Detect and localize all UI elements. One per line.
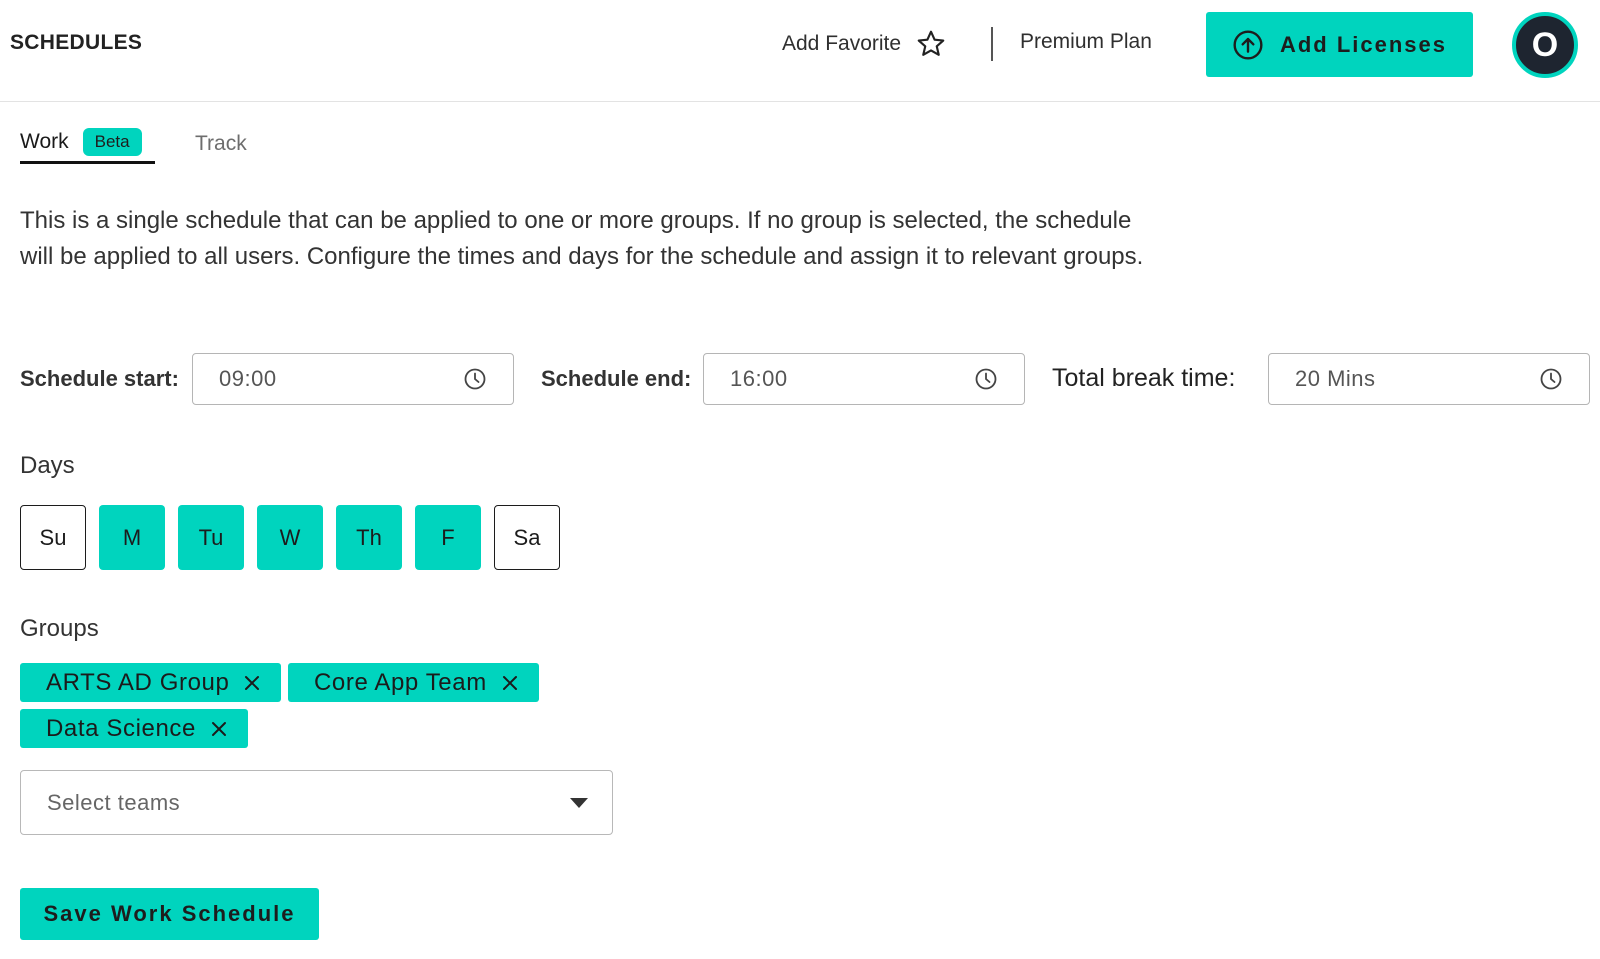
day-th[interactable]: Th bbox=[336, 505, 402, 570]
group-chip-label: ARTS AD Group bbox=[46, 668, 230, 696]
total-break-value: 20 Mins bbox=[1295, 366, 1376, 391]
days-label: Days bbox=[20, 452, 75, 479]
top-header: SCHEDULES Add Favorite Premium Plan Add … bbox=[0, 0, 1600, 102]
star-icon bbox=[917, 30, 945, 56]
group-chip: Core App Team bbox=[288, 663, 539, 702]
clock-icon[interactable] bbox=[463, 367, 487, 391]
schedule-start-input[interactable]: 09:00 bbox=[192, 353, 514, 405]
clock-icon[interactable] bbox=[1539, 367, 1563, 391]
page-title: SCHEDULES bbox=[10, 31, 143, 54]
schedule-end-input[interactable]: 16:00 bbox=[703, 353, 1025, 405]
clock-icon[interactable] bbox=[974, 367, 998, 391]
schedule-description: This is a single schedule that can be ap… bbox=[20, 207, 1144, 270]
close-icon[interactable] bbox=[210, 720, 228, 738]
day-f[interactable]: F bbox=[415, 505, 481, 570]
header-divider bbox=[991, 27, 993, 61]
schedule-end-label: Schedule end: bbox=[541, 366, 692, 391]
beta-badge: Beta bbox=[82, 128, 142, 156]
schedule-start-value: 09:00 bbox=[219, 366, 277, 391]
tab-work[interactable]: Work Beta bbox=[20, 128, 155, 164]
day-w[interactable]: W bbox=[257, 505, 323, 570]
close-icon[interactable] bbox=[501, 674, 519, 692]
day-su[interactable]: Su bbox=[20, 505, 86, 570]
add-licenses-button[interactable]: Add Licenses bbox=[1206, 12, 1473, 77]
group-chip-label: Data Science bbox=[46, 714, 196, 742]
day-sa[interactable]: Sa bbox=[494, 505, 560, 570]
add-favorite-button[interactable]: Add Favorite bbox=[782, 26, 947, 62]
tab-track[interactable]: Track bbox=[195, 132, 247, 156]
caret-down-icon bbox=[570, 798, 588, 808]
schedule-start-label: Schedule start: bbox=[20, 366, 179, 391]
day-m[interactable]: M bbox=[99, 505, 165, 570]
close-icon[interactable] bbox=[243, 674, 261, 692]
total-break-label: Total break time: bbox=[1052, 364, 1236, 392]
group-chip-label: Core App Team bbox=[314, 668, 487, 696]
plan-label: Premium Plan bbox=[1020, 30, 1152, 53]
add-favorite-label: Add Favorite bbox=[782, 32, 902, 55]
upload-circle-icon bbox=[1233, 29, 1263, 60]
select-teams-dropdown[interactable]: Select teams bbox=[20, 770, 613, 835]
day-tu[interactable]: Tu bbox=[178, 505, 244, 570]
tab-work-label: Work bbox=[20, 130, 69, 153]
total-break-input[interactable]: 20 Mins bbox=[1268, 353, 1590, 405]
add-licenses-label: Add Licenses bbox=[1279, 31, 1448, 57]
groups-label: Groups bbox=[20, 615, 99, 642]
group-chip: ARTS AD Group bbox=[20, 663, 282, 702]
user-avatar[interactable]: O bbox=[1512, 12, 1578, 78]
save-work-schedule-button[interactable]: Save Work Schedule bbox=[20, 888, 319, 940]
schedule-end-value: 16:00 bbox=[730, 366, 788, 391]
select-teams-placeholder: Select teams bbox=[47, 789, 181, 815]
group-chip: Data Science bbox=[20, 709, 248, 748]
